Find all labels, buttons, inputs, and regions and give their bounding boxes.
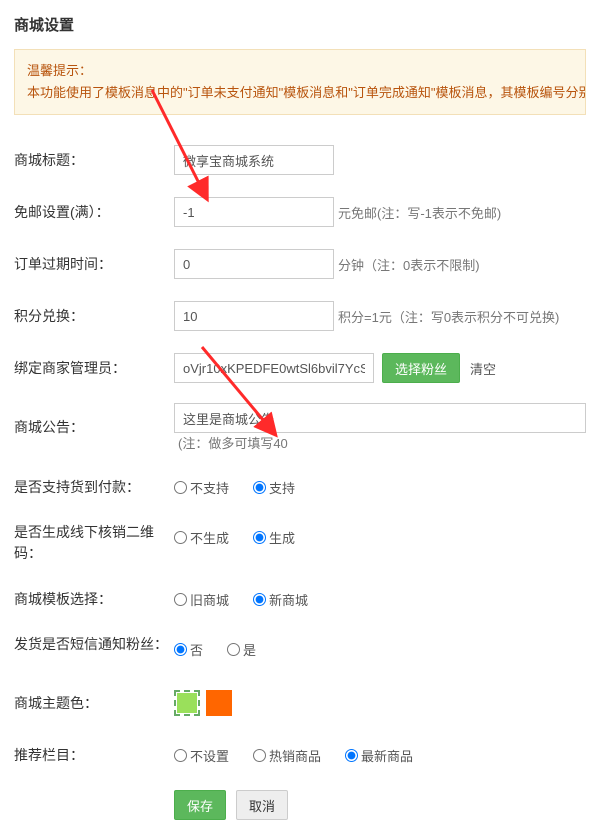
swatch-orange[interactable] <box>206 690 232 716</box>
input-bind-manager[interactable] <box>174 353 374 383</box>
hint-announce: (注：做多可填写40 <box>178 433 288 452</box>
radio-tpl-old[interactable]: 旧商城 <box>174 590 229 609</box>
label-reco-col: 推荐栏目： <box>14 745 174 766</box>
row-announce: 商城公告： (注：做多可填写40 <box>14 403 586 452</box>
input-points[interactable] <box>174 301 334 331</box>
radio-qr-no[interactable]: 不生成 <box>174 528 229 547</box>
label-bind-manager: 绑定商家管理员： <box>14 358 174 379</box>
radio-tpl-new[interactable]: 新商城 <box>253 590 308 609</box>
row-template: 商城模板选择： 旧商城 新商城 <box>14 582 586 616</box>
clear-link[interactable]: 清空 <box>470 359 496 378</box>
hint-free-ship: 元免邮(注：写-1表示不免邮) <box>338 203 501 222</box>
notice-body: 本功能使用了模板消息中的"订单未支付通知"模板消息和"订单完成通知"模板消息，其… <box>27 82 573 104</box>
form-actions: 保存 取消 <box>174 790 586 820</box>
row-order-expire: 订单过期时间： 分钟（注：0表示不限制) <box>14 247 586 281</box>
row-title: 商城标题： <box>14 143 586 177</box>
radiogroup-cod: 不支持 支持 <box>174 478 295 497</box>
label-sms: 发货是否短信通知粉丝： <box>14 634 174 655</box>
save-button[interactable]: 保存 <box>174 790 226 820</box>
row-sms: 发货是否短信通知粉丝： 否 是 <box>14 634 586 668</box>
row-reco-col: 推荐栏目： 不设置 热销商品 最新商品 <box>14 738 586 772</box>
theme-swatches <box>174 690 232 716</box>
radiogroup-sms: 否 是 <box>174 634 256 659</box>
input-free-ship[interactable] <box>174 197 334 227</box>
radio-reco-none[interactable]: 不设置 <box>174 746 229 765</box>
radio-reco-new[interactable]: 最新商品 <box>345 746 413 765</box>
label-template: 商城模板选择： <box>14 589 174 610</box>
label-announce: 商城公告： <box>14 417 174 438</box>
radio-cod-no[interactable]: 不支持 <box>174 478 229 497</box>
radio-sms-yes[interactable]: 是 <box>227 640 256 659</box>
input-title[interactable] <box>174 145 334 175</box>
hint-points: 积分=1元（注：写0表示积分不可兑换) <box>338 307 559 326</box>
hint-order-expire: 分钟（注：0表示不限制) <box>338 255 480 274</box>
radio-qr-yes[interactable]: 生成 <box>253 528 295 547</box>
row-bind-manager: 绑定商家管理员： 选择粉丝 清空 <box>14 351 586 385</box>
label-title: 商城标题： <box>14 150 174 171</box>
label-free-ship: 免邮设置(满）： <box>14 202 174 223</box>
input-order-expire[interactable] <box>174 249 334 279</box>
row-points: 积分兑换： 积分=1元（注：写0表示积分不可兑换) <box>14 299 586 333</box>
label-offline-qr: 是否生成线下核销二维码： <box>14 522 174 564</box>
label-theme: 商城主题色： <box>14 693 174 714</box>
choose-fan-button[interactable]: 选择粉丝 <box>382 353 460 383</box>
radiogroup-offline-qr: 不生成 生成 <box>174 522 295 547</box>
row-cod: 是否支持货到付款： 不支持 支持 <box>14 470 586 504</box>
row-offline-qr: 是否生成线下核销二维码： 不生成 生成 <box>14 522 586 564</box>
label-cod: 是否支持货到付款： <box>14 477 174 498</box>
swatch-green[interactable] <box>174 690 200 716</box>
row-theme: 商城主题色： <box>14 686 586 720</box>
row-free-ship: 免邮设置(满）： 元免邮(注：写-1表示不免邮) <box>14 195 586 229</box>
notice-box: 温馨提示： 本功能使用了模板消息中的"订单未支付通知"模板消息和"订单完成通知"… <box>14 49 586 115</box>
radio-reco-hot[interactable]: 热销商品 <box>253 746 321 765</box>
label-order-expire: 订单过期时间： <box>14 254 174 275</box>
cancel-button[interactable]: 取消 <box>236 790 288 820</box>
radio-cod-yes[interactable]: 支持 <box>253 478 295 497</box>
label-points: 积分兑换： <box>14 306 174 327</box>
input-announce[interactable] <box>174 403 586 433</box>
notice-title: 温馨提示： <box>27 63 92 78</box>
radiogroup-reco-col: 不设置 热销商品 最新商品 <box>174 746 413 765</box>
radiogroup-template: 旧商城 新商城 <box>174 590 308 609</box>
radio-sms-no[interactable]: 否 <box>174 640 203 659</box>
page-title: 商城设置 <box>14 14 586 35</box>
